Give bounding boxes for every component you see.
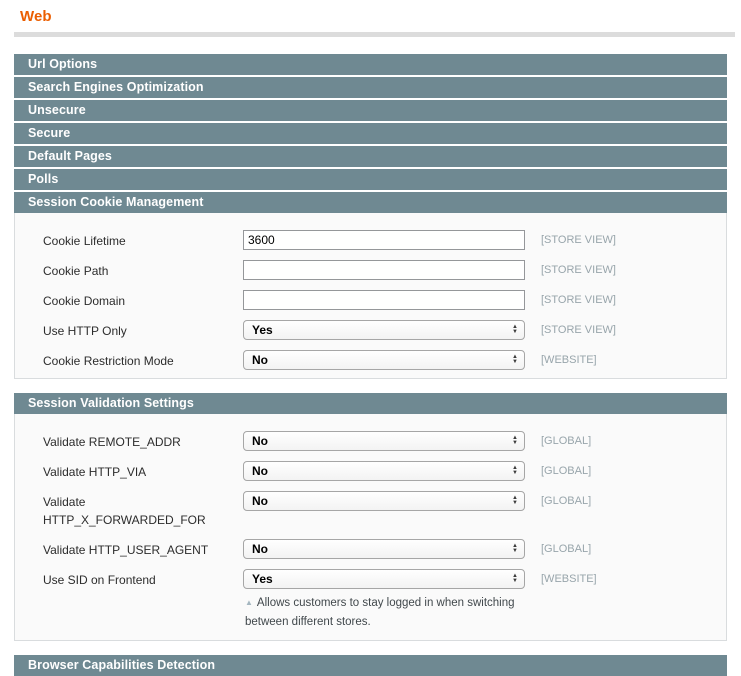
- select-value: Yes: [252, 572, 273, 586]
- section-search-engines-optimization: Search Engines Optimization: [14, 77, 727, 98]
- validate-http-user-agent-label: Validate HTTP_USER_AGENT: [43, 543, 209, 557]
- section-secure: Secure: [14, 123, 727, 144]
- session-validation-fieldset: Validate REMOTE_ADDR No ▲ ▼ [GLOBAL] Vali…: [14, 414, 727, 641]
- field-row-cookie-domain: Cookie Domain [STORE VIEW]: [15, 290, 726, 310]
- session-cookie-fieldset: Cookie Lifetime [STORE VIEW] Cookie Path…: [14, 213, 727, 379]
- section-header-unsecure[interactable]: Unsecure: [14, 100, 727, 121]
- scope-label: [WEBSITE]: [541, 573, 597, 585]
- field-row-validate-http-via: Validate HTTP_VIA No ▲ ▼ [GLOBAL]: [15, 461, 726, 481]
- config-sections: Url Options Search Engines Optimization …: [14, 54, 727, 676]
- field-note: ▲ Allows customers to stay logged in when…: [245, 593, 525, 632]
- scope-label: [STORE VIEW]: [541, 294, 616, 306]
- validate-remote-addr-value: No ▲ ▼: [243, 431, 525, 451]
- cookie-lifetime-label: Cookie Lifetime: [43, 234, 126, 248]
- select-arrows-icon: ▲ ▼: [512, 324, 518, 335]
- scope-label: [STORE VIEW]: [541, 264, 616, 276]
- section-header-polls[interactable]: Polls: [14, 169, 727, 190]
- section-header-search-engines-optimization[interactable]: Search Engines Optimization: [14, 77, 727, 98]
- select-value: No: [252, 464, 268, 478]
- use-sid-on-frontend-value: Yes ▲ ▼ ▲ Allows customers to stay logged …: [243, 569, 525, 632]
- select-arrows-icon: ▲ ▼: [512, 354, 518, 365]
- cookie-domain-input[interactable]: [243, 290, 525, 310]
- cookie-domain-value: [243, 290, 525, 310]
- section-header-session-cookie-management[interactable]: Session Cookie Management: [14, 192, 727, 213]
- field-row-use-sid-on-frontend: Use SID on Frontend Yes ▲ ▼ ▲ Allows custo…: [15, 569, 726, 632]
- field-note-text: Allows customers to stay logged in when …: [245, 597, 515, 628]
- cookie-restriction-mode-label: Cookie Restriction Mode: [43, 354, 174, 368]
- cookie-lifetime-value: [243, 230, 525, 250]
- section-header-default-pages[interactable]: Default Pages: [14, 146, 727, 167]
- validate-http-x-forwarded-for-value: No ▲ ▼: [243, 491, 525, 511]
- scope-label: [GLOBAL]: [541, 435, 592, 447]
- validate-http-via-select[interactable]: No ▲ ▼: [243, 461, 525, 481]
- note-marker-icon: ▲: [245, 598, 253, 607]
- cookie-restriction-mode-select[interactable]: No ▲ ▼: [243, 350, 525, 370]
- validate-http-x-forwarded-for-select[interactable]: No ▲ ▼: [243, 491, 525, 511]
- scope-label: [GLOBAL]: [541, 465, 592, 477]
- scope-label: [STORE VIEW]: [541, 324, 616, 336]
- section-header-secure[interactable]: Secure: [14, 123, 727, 144]
- use-http-only-value: Yes ▲ ▼: [243, 320, 525, 340]
- section-default-pages: Default Pages: [14, 146, 727, 167]
- section-header-url-options[interactable]: Url Options: [14, 54, 727, 75]
- select-value: No: [252, 353, 268, 367]
- web-config-page: Web Url Options Search Engines Optimizat…: [0, 0, 741, 676]
- select-value: Yes: [252, 323, 273, 337]
- use-http-only-select[interactable]: Yes ▲ ▼: [243, 320, 525, 340]
- select-arrows-icon: ▲ ▼: [512, 435, 518, 446]
- section-polls: Polls: [14, 169, 727, 190]
- select-arrows-icon: ▲ ▼: [512, 495, 518, 506]
- cookie-lifetime-input[interactable]: [243, 230, 525, 250]
- select-value: No: [252, 542, 268, 556]
- field-row-validate-http-x-forwarded-for: Validate HTTP_X_FORWARDED_FOR No ▲ ▼ [GLO…: [15, 491, 726, 529]
- field-row-cookie-restriction-mode: Cookie Restriction Mode No ▲ ▼ [WEBSITE]: [15, 350, 726, 370]
- section-unsecure: Unsecure: [14, 100, 727, 121]
- title-divider: [14, 32, 735, 37]
- validate-http-via-value: No ▲ ▼: [243, 461, 525, 481]
- select-value: No: [252, 434, 268, 448]
- validate-remote-addr-label: Validate REMOTE_ADDR: [43, 435, 181, 449]
- select-arrows-icon: ▲ ▼: [512, 543, 518, 554]
- section-header-session-validation-settings[interactable]: Session Validation Settings: [14, 393, 727, 414]
- validate-http-x-forwarded-for-label: Validate HTTP_X_FORWARDED_FOR: [43, 495, 206, 527]
- field-row-validate-http-user-agent: Validate HTTP_USER_AGENT No ▲ ▼ [GLOBAL]: [15, 539, 726, 559]
- validate-http-user-agent-value: No ▲ ▼: [243, 539, 525, 559]
- page-title: Web: [20, 8, 52, 25]
- section-header-browser-capabilities-detection[interactable]: Browser Capabilities Detection: [14, 655, 727, 676]
- validate-remote-addr-select[interactable]: No ▲ ▼: [243, 431, 525, 451]
- section-session-cookie-management: Session Cookie Management Cookie Lifetim…: [14, 192, 727, 379]
- select-value: No: [252, 494, 268, 508]
- field-row-validate-remote-addr: Validate REMOTE_ADDR No ▲ ▼ [GLOBAL]: [15, 431, 726, 451]
- validate-http-user-agent-select[interactable]: No ▲ ▼: [243, 539, 525, 559]
- field-row-use-http-only: Use HTTP Only Yes ▲ ▼ [STORE VIEW]: [15, 320, 726, 340]
- section-session-validation-settings: Session Validation Settings Validate REM…: [14, 393, 727, 641]
- use-sid-on-frontend-select[interactable]: Yes ▲ ▼: [243, 569, 525, 589]
- cookie-domain-label: Cookie Domain: [43, 294, 126, 308]
- section-url-options: Url Options: [14, 54, 727, 75]
- cookie-path-label: Cookie Path: [43, 264, 109, 278]
- scope-label: [GLOBAL]: [541, 495, 592, 507]
- field-row-cookie-lifetime: Cookie Lifetime [STORE VIEW]: [15, 230, 726, 250]
- scope-label: [STORE VIEW]: [541, 234, 616, 246]
- cookie-path-input[interactable]: [243, 260, 525, 280]
- validate-http-via-label: Validate HTTP_VIA: [43, 465, 147, 479]
- section-browser-capabilities-detection: Browser Capabilities Detection: [14, 655, 727, 676]
- field-row-cookie-path: Cookie Path [STORE VIEW]: [15, 260, 726, 280]
- select-arrows-icon: ▲ ▼: [512, 465, 518, 476]
- cookie-path-value: [243, 260, 525, 280]
- use-sid-on-frontend-label: Use SID on Frontend: [43, 573, 156, 587]
- use-http-only-label: Use HTTP Only: [43, 324, 127, 338]
- scope-label: [GLOBAL]: [541, 543, 592, 555]
- select-arrows-icon: ▲ ▼: [512, 573, 518, 584]
- cookie-restriction-mode-value: No ▲ ▼: [243, 350, 525, 370]
- scope-label: [WEBSITE]: [541, 354, 597, 366]
